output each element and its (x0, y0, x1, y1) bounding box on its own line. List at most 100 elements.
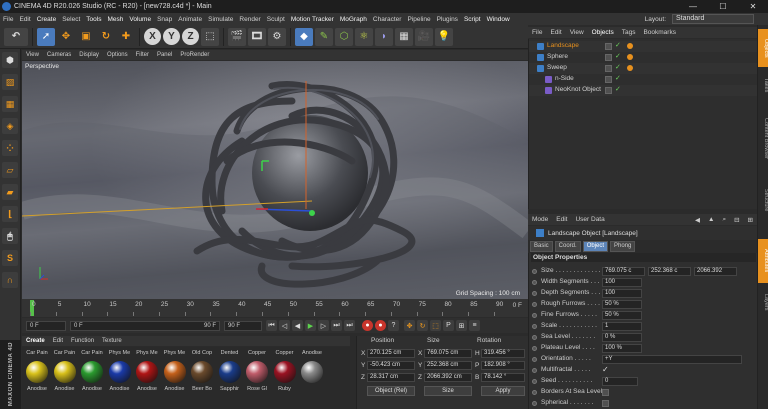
obj-menu-objects[interactable]: Objects (588, 29, 618, 36)
visibility-toggle[interactable] (605, 76, 612, 83)
size-z-input[interactable]: 2066.392 (694, 267, 737, 276)
side-tab-layers[interactable]: Layers (758, 287, 768, 317)
texture-mode-icon[interactable]: ▦ (2, 96, 18, 112)
object-row[interactable]: Sweep ✓ (529, 63, 758, 74)
tab-basic[interactable]: Basic (530, 240, 553, 252)
spherical-checkbox[interactable] (602, 400, 609, 407)
move-tool-icon[interactable]: ✥ (57, 28, 75, 46)
deformer-icon[interactable]: ◗ (375, 27, 393, 46)
menu-animate[interactable]: Animate (175, 16, 205, 23)
material-swatch[interactable]: Old Cop Beer Bo (189, 350, 215, 398)
material-swatch[interactable]: Car Pain Anodise (79, 350, 105, 398)
menu-render[interactable]: Render (236, 16, 263, 23)
menu-plugins[interactable]: Plugins (434, 16, 461, 23)
property-value-input[interactable]: 100 (602, 278, 642, 287)
keyframe-selection-icon[interactable]: ? (388, 320, 399, 331)
material-swatch[interactable]: Phys Me Anodise (134, 350, 160, 398)
object-name[interactable]: Sphere (547, 53, 568, 60)
property-value-input[interactable]: 50 % (602, 311, 642, 320)
floor-environment-icon[interactable]: ▦ (395, 27, 413, 46)
animation-dot-icon[interactable] (532, 357, 537, 362)
viewport-menu-options[interactable]: Options (103, 52, 132, 58)
menu-window[interactable]: Window (484, 16, 513, 23)
animation-dot-icon[interactable] (532, 291, 537, 296)
menu-script[interactable]: Script (461, 16, 484, 23)
menu-select[interactable]: Select (59, 16, 83, 23)
end-frame-field[interactable]: 90 F (224, 320, 262, 331)
phong-tag-icon[interactable] (627, 43, 633, 49)
material-swatch[interactable]: Phys Me Anodise (162, 350, 188, 398)
side-tab-objects[interactable]: Objects (758, 29, 768, 67)
next-frame-icon[interactable]: ▷ (318, 320, 329, 331)
enabled-check-icon[interactable]: ✓ (615, 41, 621, 49)
animation-dot-icon[interactable] (532, 324, 537, 329)
x-axis-lock-button[interactable]: X (144, 28, 161, 45)
menu-file[interactable]: File (0, 16, 16, 23)
menu-simulate[interactable]: Simulate (205, 16, 236, 23)
key-position-icon[interactable]: ✥ (404, 320, 415, 331)
pos-z-field[interactable]: 28.317 cm (367, 373, 415, 382)
key-pla-icon[interactable]: ⊞ (456, 320, 467, 331)
viewport-menu-filter[interactable]: Filter (132, 52, 153, 58)
play-forward-icon[interactable]: ▶ (305, 320, 316, 331)
property-value-input[interactable]: 0 % (602, 333, 642, 342)
select-arrow-icon[interactable]: ➚ (37, 27, 55, 46)
coordinate-mode-dropdown[interactable]: Object (Rel) (367, 386, 415, 396)
apply-button[interactable]: Apply (481, 386, 525, 396)
attr-menu-user-data[interactable]: User Data (571, 216, 608, 223)
menu-mesh[interactable]: Mesh (104, 16, 126, 23)
nav-back-icon[interactable]: ◀ (691, 216, 704, 224)
move-plus-icon[interactable]: ✚ (117, 28, 135, 46)
key-param-icon[interactable]: P (443, 320, 454, 331)
obj-menu-view[interactable]: View (566, 29, 588, 36)
material-swatch[interactable]: Anodise (299, 350, 325, 398)
object-row[interactable]: Sphere ✓ (529, 52, 758, 63)
material-swatch[interactable]: Copper Ruby (272, 350, 298, 398)
property-value-input[interactable]: 100 (602, 289, 642, 298)
menu-edit[interactable]: Edit (16, 16, 33, 23)
obj-menu-file[interactable]: File (528, 29, 546, 36)
obj-menu-tags[interactable]: Tags (618, 29, 640, 36)
animation-dot-icon[interactable] (532, 401, 537, 406)
y-axis-lock-button[interactable]: Y (163, 28, 180, 45)
animation-dot-icon[interactable] (532, 368, 537, 373)
material-menu-function[interactable]: Function (67, 338, 98, 344)
visibility-toggle[interactable] (605, 87, 612, 94)
perspective-viewport[interactable]: Perspective Grid Spacing : 100 cm (22, 61, 528, 299)
preview-range-slider[interactable]: 0 F 90 F (70, 320, 220, 331)
tab-coord[interactable]: Coord. (554, 240, 581, 252)
side-tab-content-browser[interactable]: Content Browser (758, 103, 768, 173)
attr-menu-edit[interactable]: Edit (552, 216, 571, 223)
magnet-icon[interactable]: ∩ (2, 272, 18, 288)
maximize-button[interactable]: ☐ (708, 0, 738, 13)
phong-tag-icon[interactable] (627, 54, 633, 60)
object-row[interactable]: NeoKnot Object ✓ (529, 85, 758, 96)
cloner-icon[interactable]: ⚛ (355, 27, 373, 46)
timeline-menu-icon[interactable]: ≡ (469, 320, 480, 331)
object-name[interactable]: NeoKnot Object (555, 86, 601, 93)
axis-mode-icon[interactable]: ⌊ (2, 206, 18, 222)
material-swatch[interactable]: Car Pain Anodise (52, 350, 78, 398)
material-menu-texture[interactable]: Texture (98, 338, 126, 344)
model-mode-icon[interactable]: ▨ (2, 74, 18, 90)
new-attr-window-icon[interactable]: ⊞ (744, 216, 757, 224)
tab-object[interactable]: Object (582, 240, 609, 252)
borders-checkbox[interactable] (602, 389, 609, 396)
rot-h-field[interactable]: 319.456 ° (481, 349, 525, 358)
material-swatch[interactable]: Dented Sapphir (217, 350, 243, 398)
axis-handle-icon[interactable] (309, 210, 315, 216)
menu-create[interactable]: Create (34, 16, 60, 23)
menu-pipeline[interactable]: Pipeline (404, 16, 433, 23)
property-value-input[interactable]: 1 (602, 322, 642, 331)
animation-dot-icon[interactable] (532, 280, 537, 285)
subdivision-icon[interactable]: ⬡ (335, 27, 353, 46)
object-row[interactable]: n-Side ✓ (529, 74, 758, 85)
render-picture-viewer-icon[interactable]: 🎞 (248, 27, 266, 46)
visibility-toggle[interactable] (605, 54, 612, 61)
tab-phong[interactable]: Phong (610, 240, 636, 252)
size-mode-dropdown[interactable]: Size (424, 386, 472, 396)
material-swatch[interactable]: Car Pain Anodise (24, 350, 50, 398)
undo-icon[interactable]: ↶ (4, 27, 28, 46)
animation-dot-icon[interactable] (532, 302, 537, 307)
property-value-input[interactable]: 50 % (602, 300, 642, 309)
